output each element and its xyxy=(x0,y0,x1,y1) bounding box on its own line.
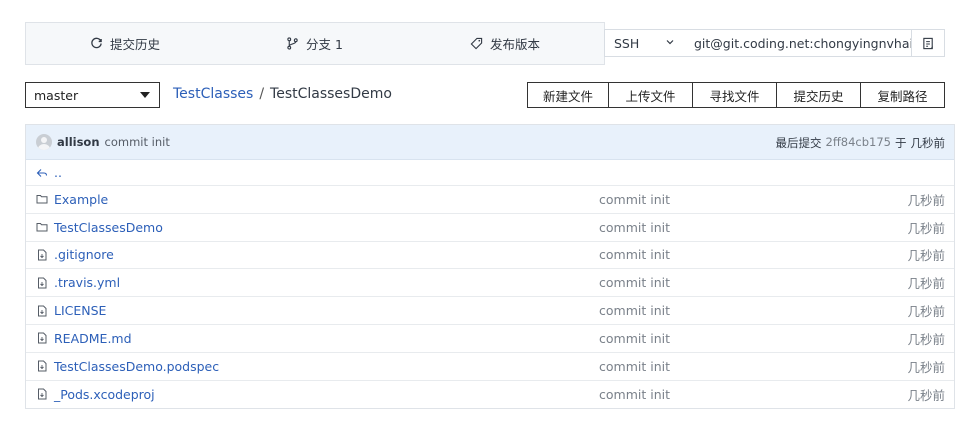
file-name-link[interactable]: TestClassesDemo xyxy=(36,214,163,241)
latest-label: 最后提交 xyxy=(775,136,822,150)
clone-protocol-value: SSH xyxy=(614,35,640,51)
file-name: Example xyxy=(54,191,109,207)
avatar xyxy=(36,134,52,150)
file-name-link[interactable]: _Pods.xcodeproj xyxy=(36,381,155,409)
breadcrumb-separator: / xyxy=(259,86,265,102)
file-commit-time: 几秒前 xyxy=(907,387,945,403)
folder-icon xyxy=(36,223,48,232)
history-label: 提交历史 xyxy=(110,37,161,52)
file-icon xyxy=(38,277,47,289)
folder-icon xyxy=(36,195,48,204)
table-row[interactable]: .gitignore commit init 几秒前 xyxy=(26,242,954,270)
file-icon xyxy=(38,305,47,317)
file-name-link[interactable]: .travis.yml xyxy=(36,269,120,296)
file-name: TestClassesDemo.podspec xyxy=(54,358,220,374)
table-row[interactable]: README.md commit init 几秒前 xyxy=(26,325,954,353)
clone-protocol-select[interactable]: SSH xyxy=(604,29,686,57)
file-commit-message[interactable]: commit init xyxy=(599,192,670,207)
table-row[interactable]: .travis.yml commit init 几秒前 xyxy=(26,269,954,298)
file-name: .gitignore xyxy=(54,247,114,263)
file-commit-message[interactable]: commit init xyxy=(599,387,670,402)
breadcrumb-current: TestClassesDemo xyxy=(270,86,392,102)
at-label: 于 xyxy=(895,136,907,150)
file-name-link[interactable]: README.md xyxy=(36,325,132,352)
parent-dir-link[interactable]: .. xyxy=(36,160,62,185)
file-table: allison commit init 最后提交 2ff84cb175 于 几秒… xyxy=(25,124,955,410)
file-name: README.md xyxy=(54,330,132,346)
file-icon xyxy=(38,360,47,372)
table-row[interactable]: Example commit init 几秒前 xyxy=(26,186,954,214)
releases-label: 发布版本 xyxy=(490,37,541,52)
releases-link[interactable]: 发布版本 xyxy=(470,23,540,64)
file-commit-message[interactable]: commit init xyxy=(599,359,670,374)
tag-icon xyxy=(470,37,483,50)
commit-time: 几秒前 xyxy=(910,136,946,150)
file-name: _Pods.xcodeproj xyxy=(54,386,155,402)
parent-dir-label: .. xyxy=(54,165,62,180)
file-list: Example commit init 几秒前 TestClassesDemo comm… xyxy=(26,186,954,408)
branch-icon xyxy=(287,37,298,50)
latest-commit-bar: allison commit init 最后提交 2ff84cb175 于 几秒… xyxy=(26,125,954,160)
file-commit-time: 几秒前 xyxy=(907,331,945,347)
file-commit-time: 几秒前 xyxy=(907,276,945,292)
clone-url-input[interactable] xyxy=(685,29,912,57)
parent-dir-row[interactable]: .. xyxy=(26,160,954,186)
file-icon xyxy=(38,388,47,400)
file-name: .travis.yml xyxy=(54,275,121,291)
history-link[interactable]: 提交历史 xyxy=(90,23,160,64)
file-name: LICENSE xyxy=(54,303,107,319)
upload-file-button[interactable]: 上传文件 xyxy=(609,82,693,108)
branch-value: master xyxy=(34,87,79,103)
caret-down-icon xyxy=(140,92,150,98)
branch-select[interactable]: master xyxy=(25,82,160,108)
file-commit-message[interactable]: commit init xyxy=(599,247,670,262)
copy-url-button[interactable] xyxy=(911,29,945,57)
commit-author[interactable]: allison xyxy=(57,135,100,149)
table-row[interactable]: LICENSE commit init 几秒前 xyxy=(26,297,954,325)
new-file-button[interactable]: 新建文件 xyxy=(527,82,609,108)
table-row[interactable]: _Pods.xcodeproj commit init 几秒前 xyxy=(26,381,954,409)
file-name-link[interactable]: LICENSE xyxy=(36,297,106,324)
file-commit-time: 几秒前 xyxy=(907,220,945,236)
file-actions: 新建文件 上传文件 寻找文件 提交历史 复制路径 xyxy=(527,82,945,108)
file-commit-time: 几秒前 xyxy=(907,192,945,208)
commit-message[interactable]: commit init xyxy=(105,135,170,149)
file-commit-time: 几秒前 xyxy=(907,359,945,375)
file-commit-time: 几秒前 xyxy=(907,304,945,320)
breadcrumb-root-link[interactable]: TestClasses xyxy=(173,86,253,102)
history-icon xyxy=(91,37,102,49)
history-button[interactable]: 提交历史 xyxy=(777,82,861,108)
clipboard-icon xyxy=(922,37,933,49)
file-name-link[interactable]: Example xyxy=(36,186,108,213)
file-name: TestClassesDemo xyxy=(54,219,163,235)
chevron-down-icon xyxy=(666,40,674,45)
back-icon xyxy=(36,168,48,177)
file-commit-message[interactable]: commit init xyxy=(599,331,670,346)
table-row[interactable]: TestClassesDemo.podspec commit init 几秒前 xyxy=(26,353,954,381)
file-commit-time: 几秒前 xyxy=(907,248,945,264)
find-file-button[interactable]: 寻找文件 xyxy=(693,82,777,108)
file-commit-message[interactable]: commit init xyxy=(599,275,670,290)
copy-path-button[interactable]: 复制路径 xyxy=(861,82,945,108)
branches-link[interactable]: 分支 1 xyxy=(286,23,343,64)
file-name-link[interactable]: TestClassesDemo.podspec xyxy=(36,353,219,380)
file-icon xyxy=(38,332,47,344)
file-name-link[interactable]: .gitignore xyxy=(36,242,114,269)
file-commit-message[interactable]: commit init xyxy=(599,303,670,318)
file-commit-message[interactable]: commit init xyxy=(599,220,670,235)
table-row[interactable]: TestClassesDemo commit init 几秒前 xyxy=(26,214,954,242)
file-icon xyxy=(38,249,47,261)
breadcrumb: TestClasses / TestClassesDemo xyxy=(173,86,392,102)
branches-label: 分支 1 xyxy=(306,37,343,52)
commit-hash[interactable]: 2ff84cb175 xyxy=(826,135,891,151)
latest-commit-info: 最后提交 2ff84cb175 于 几秒前 xyxy=(776,135,945,151)
